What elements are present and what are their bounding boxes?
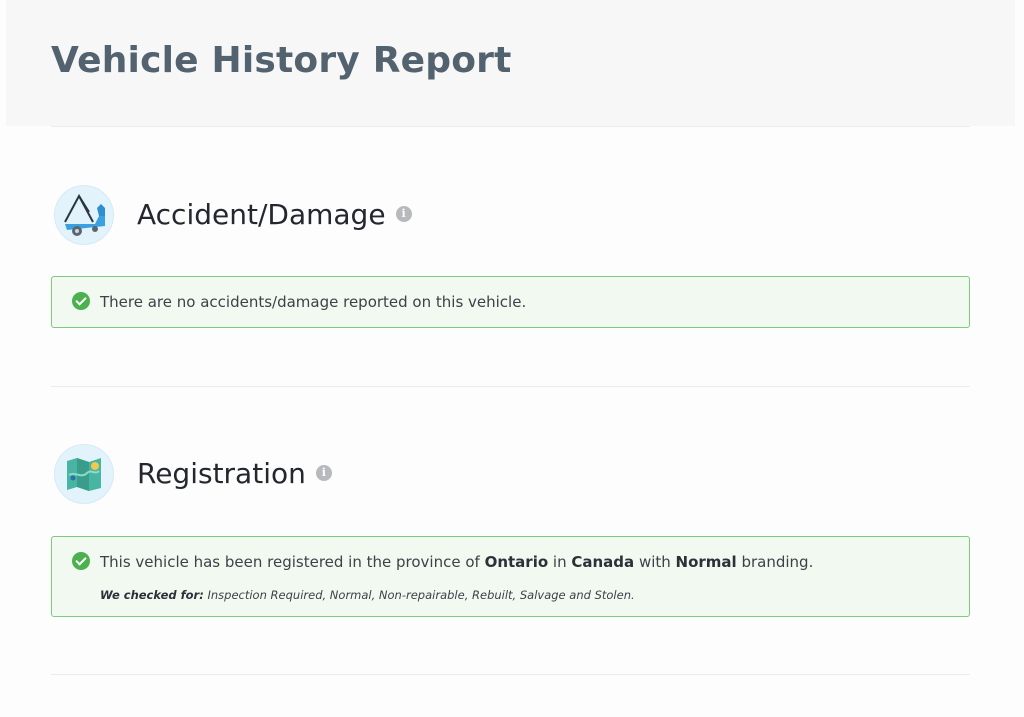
- section-title: Accident/Damage i: [137, 198, 412, 231]
- registration-message-with: with: [634, 553, 676, 571]
- registration-message-suffix: branding.: [736, 553, 814, 571]
- registration-status-alert: This vehicle has been registered in the …: [51, 536, 970, 617]
- info-icon[interactable]: i: [315, 465, 332, 481]
- province-value: Ontario: [484, 553, 549, 571]
- check-circle-icon: [72, 291, 90, 310]
- accident-status-alert: There are no accidents/damage reported o…: [51, 276, 970, 328]
- alert-message-line: This vehicle has been registered in the …: [72, 551, 814, 572]
- section-title-text: Registration: [137, 457, 306, 490]
- checked-for-values: Inspection Required, Normal, Non-repaira…: [203, 588, 635, 602]
- section-header-registration: Registration i: [55, 445, 555, 507]
- section-divider: [51, 126, 970, 127]
- accident-message: There are no accidents/damage reported o…: [100, 293, 527, 311]
- tow-truck-icon: [55, 186, 113, 244]
- registration-message-in: in: [548, 553, 572, 571]
- registration-message-prefix: This vehicle has been registered in the …: [100, 553, 485, 571]
- checked-for-label: We checked for:: [100, 588, 204, 602]
- info-icon[interactable]: i: [395, 206, 412, 222]
- checked-for-note: We checked for: Inspection Required, Nor…: [100, 588, 635, 602]
- section-title-text: Accident/Damage: [137, 198, 386, 231]
- section-header-accident-damage: Accident/Damage i: [55, 186, 555, 248]
- alert-message-line: There are no accidents/damage reported o…: [72, 291, 527, 312]
- check-circle-icon: [72, 551, 90, 570]
- page-title: Vehicle History Report: [51, 40, 512, 81]
- map-icon: [55, 445, 113, 503]
- section-divider: [51, 386, 970, 387]
- report-header: Vehicle History Report: [6, 0, 1015, 126]
- branding-value: Normal: [675, 553, 737, 571]
- section-title: Registration i: [137, 457, 332, 490]
- country-value: Canada: [571, 553, 635, 571]
- section-divider: [51, 674, 970, 675]
